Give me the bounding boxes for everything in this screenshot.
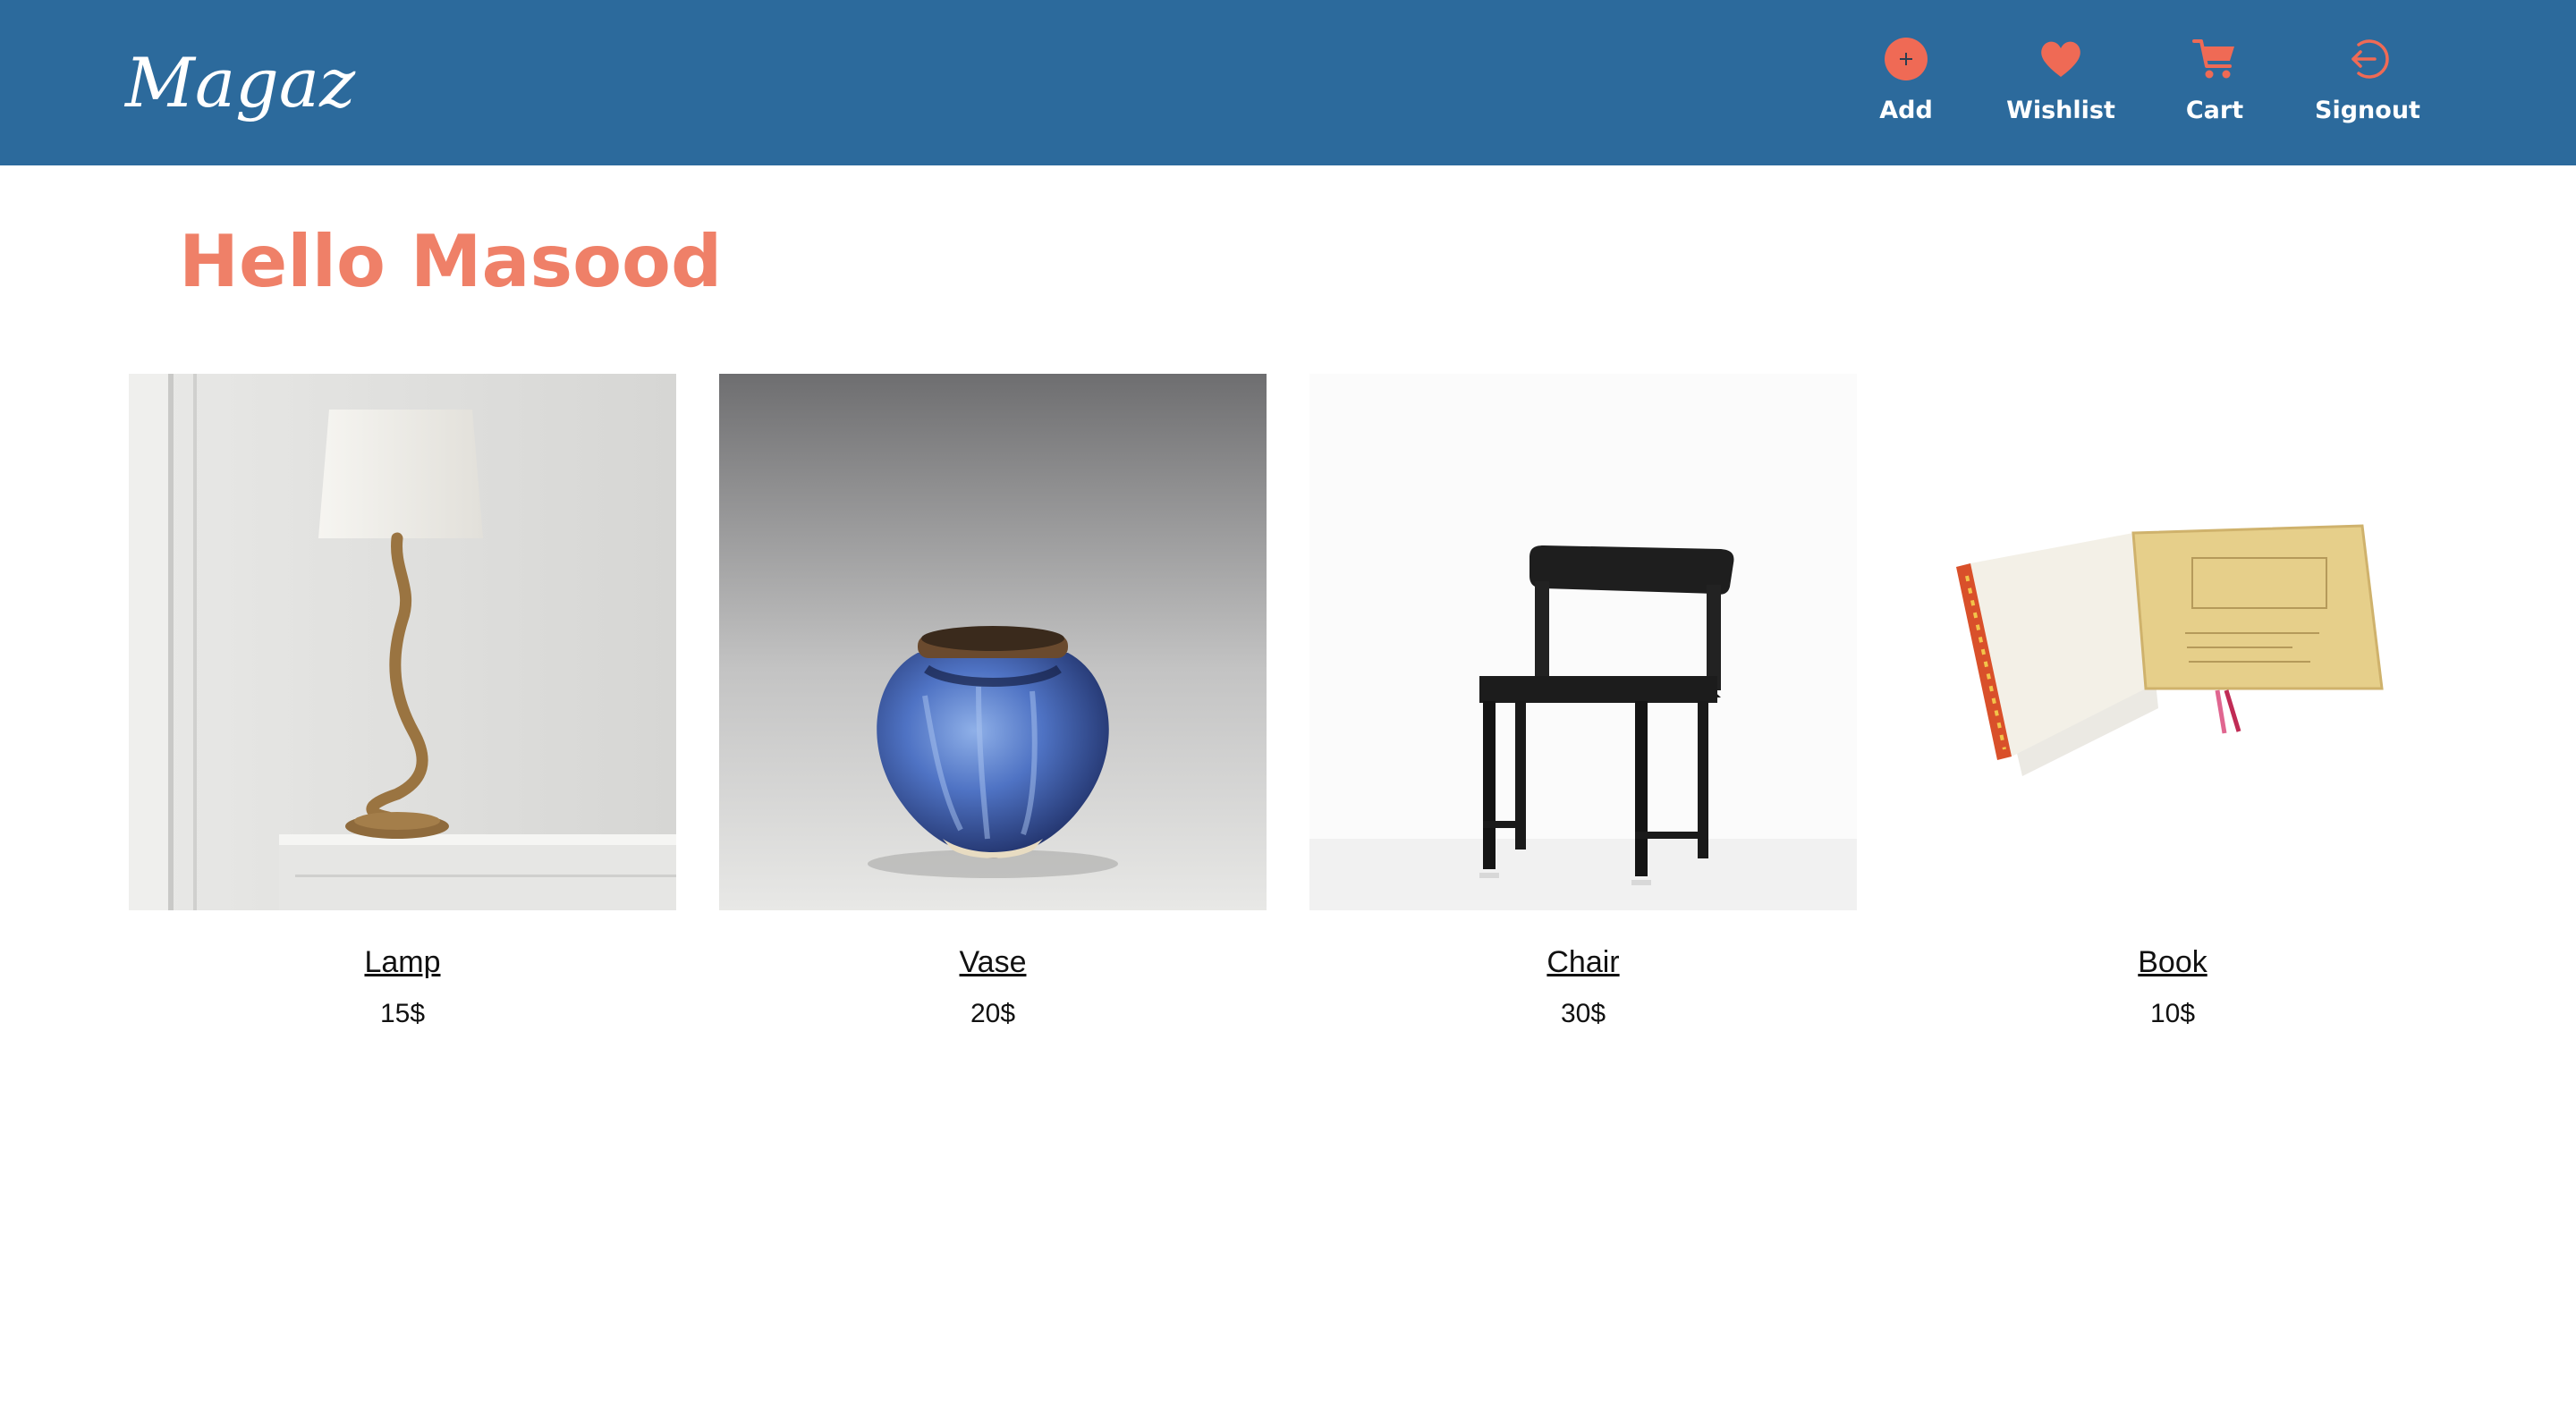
- page-title: Hello Masood: [179, 220, 723, 303]
- nav-add-label: Add: [1879, 97, 1933, 124]
- cart-icon: [2192, 39, 2234, 79]
- book-image[interactable]: [1899, 374, 2446, 910]
- product-name-link[interactable]: Vase: [719, 942, 1267, 982]
- product-card: Chair 30$: [1309, 374, 1857, 1053]
- product-price: 20$: [970, 999, 1016, 1028]
- vase-image[interactable]: [719, 374, 1267, 910]
- product-name-link[interactable]: Book: [1899, 942, 2446, 982]
- product-name-link[interactable]: Chair: [1309, 942, 1857, 982]
- product-price: 10$: [2149, 999, 2196, 1028]
- nav-wishlist-label: Wishlist: [2006, 97, 2115, 124]
- product-card: Book 10$: [1899, 374, 2446, 1053]
- product-name-link[interactable]: Lamp: [129, 942, 676, 982]
- chair-image[interactable]: [1309, 374, 1857, 910]
- nav-cart-button[interactable]: Cart: [2139, 34, 2291, 141]
- lamp-image[interactable]: [129, 374, 676, 910]
- product-card: Vase 20$: [719, 374, 1267, 1053]
- product-card: Lamp 15$: [129, 374, 676, 1053]
- navbar: Magaz Add Wishlist Cart Signout: [0, 0, 2576, 165]
- nav-wishlist-button[interactable]: Wishlist: [1985, 34, 2137, 141]
- nav-cart-label: Cart: [2185, 97, 2244, 124]
- heart-icon: [2041, 41, 2080, 77]
- signout-icon: [2351, 39, 2389, 79]
- product-price: 15$: [379, 999, 426, 1028]
- plus-circle-icon: [1885, 38, 1928, 80]
- nav-add-button[interactable]: Add: [1830, 34, 1982, 141]
- nav-signout-label: Signout: [2315, 97, 2420, 124]
- brand-logo[interactable]: Magaz: [125, 34, 355, 132]
- nav-signout-button[interactable]: Signout: [2292, 34, 2444, 141]
- product-price: 30$: [1560, 999, 1606, 1028]
